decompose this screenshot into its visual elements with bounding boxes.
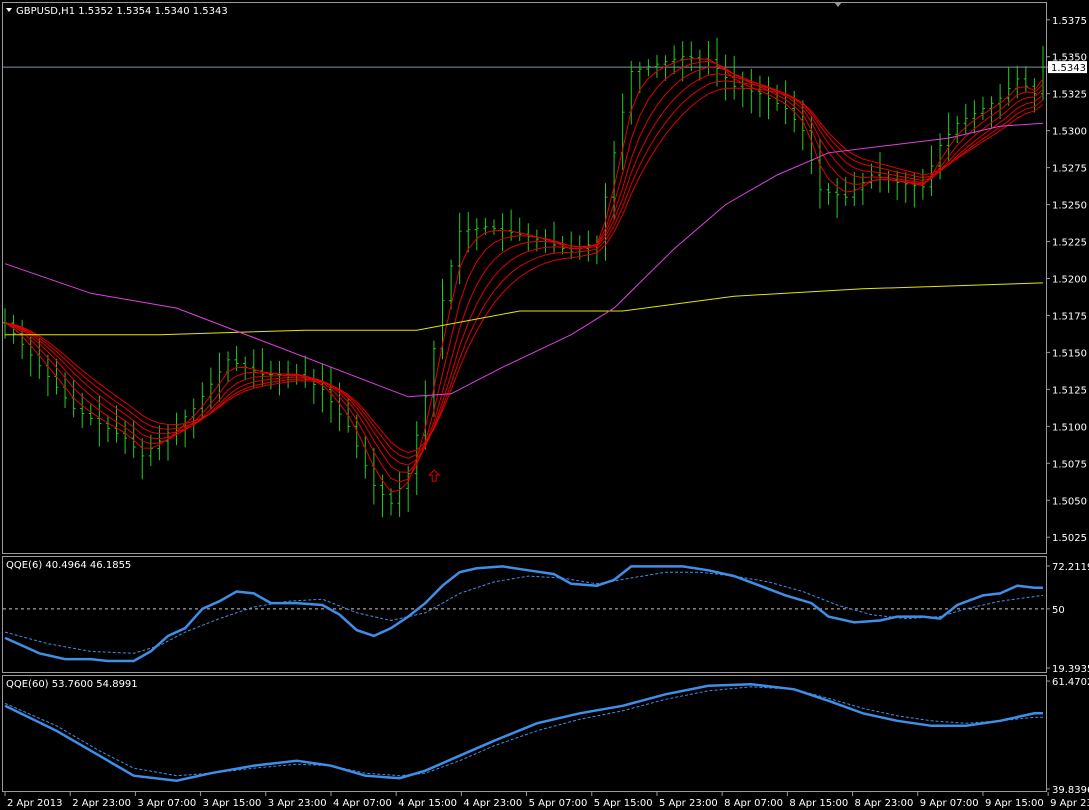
x-tick-label: 3 Apr 15:00 — [203, 798, 262, 809]
x-tick-label: 9 Apr 23:00 — [1050, 798, 1089, 809]
x-tick-label: 8 Apr 23:00 — [855, 798, 914, 809]
price-y-tick-label: 1.5200 — [1052, 275, 1087, 286]
current-price-label: 1.5343 — [1051, 63, 1086, 74]
qqe60-y-tick-label: 61.4702 — [1052, 677, 1089, 688]
price-y-tick-label: 1.5300 — [1052, 127, 1087, 138]
price-y-tick-label: 1.5050 — [1052, 496, 1087, 507]
x-tick-label: 8 Apr 15:00 — [789, 798, 848, 809]
chart-background — [0, 0, 1089, 810]
x-tick-label: 8 Apr 07:00 — [724, 798, 783, 809]
price-y-tick-label: 1.5225 — [1052, 238, 1087, 249]
qqe6-y-tick-label: 50 — [1052, 605, 1065, 616]
x-tick-label: 3 Apr 23:00 — [268, 798, 327, 809]
qqe6-y-tick-label: 72.2119 — [1052, 562, 1089, 573]
qqe60-y-tick-label: 39.8396 — [1052, 785, 1089, 796]
x-tick-label: 2 Apr 23:00 — [72, 798, 131, 809]
qqe60-panel-title: QQE(60) 53.7600 54.8991 — [6, 679, 138, 690]
trading-chart[interactable]: 1.53751.53501.53251.53001.52751.52501.52… — [0, 0, 1089, 810]
price-panel-title: GBPUSD,H1 1.5352 1.5354 1.5340 1.5343 — [16, 6, 228, 17]
qqe6-y-tick-label: 19.3935 — [1052, 664, 1089, 675]
price-y-tick-label: 1.5025 — [1052, 533, 1087, 544]
price-y-tick-label: 1.5175 — [1052, 311, 1087, 322]
x-tick-label: 3 Apr 07:00 — [137, 798, 196, 809]
price-y-tick-label: 1.5150 — [1052, 348, 1087, 359]
x-tick-label: 9 Apr 07:00 — [920, 798, 979, 809]
x-tick-label: 5 Apr 23:00 — [659, 798, 718, 809]
x-tick-label: 4 Apr 23:00 — [463, 798, 522, 809]
price-y-tick-label: 1.5125 — [1052, 385, 1087, 396]
price-y-tick-label: 1.5325 — [1052, 90, 1087, 101]
x-tick-label: 4 Apr 15:00 — [398, 798, 457, 809]
x-tick-label: 2 Apr 2013 — [7, 798, 62, 809]
qqe6-panel-title: QQE(6) 40.4964 46.1855 — [6, 560, 131, 571]
price-y-tick-label: 1.5375 — [1052, 16, 1087, 27]
x-tick-label: 4 Apr 07:00 — [333, 798, 392, 809]
x-tick-label: 9 Apr 15:00 — [985, 798, 1044, 809]
price-y-tick-label: 1.5275 — [1052, 164, 1087, 175]
price-y-tick-label: 1.5075 — [1052, 459, 1087, 470]
price-y-tick-label: 1.5100 — [1052, 422, 1087, 433]
x-tick-label: 5 Apr 15:00 — [594, 798, 653, 809]
price-y-tick-label: 1.5250 — [1052, 201, 1087, 212]
x-tick-label: 5 Apr 07:00 — [529, 798, 588, 809]
